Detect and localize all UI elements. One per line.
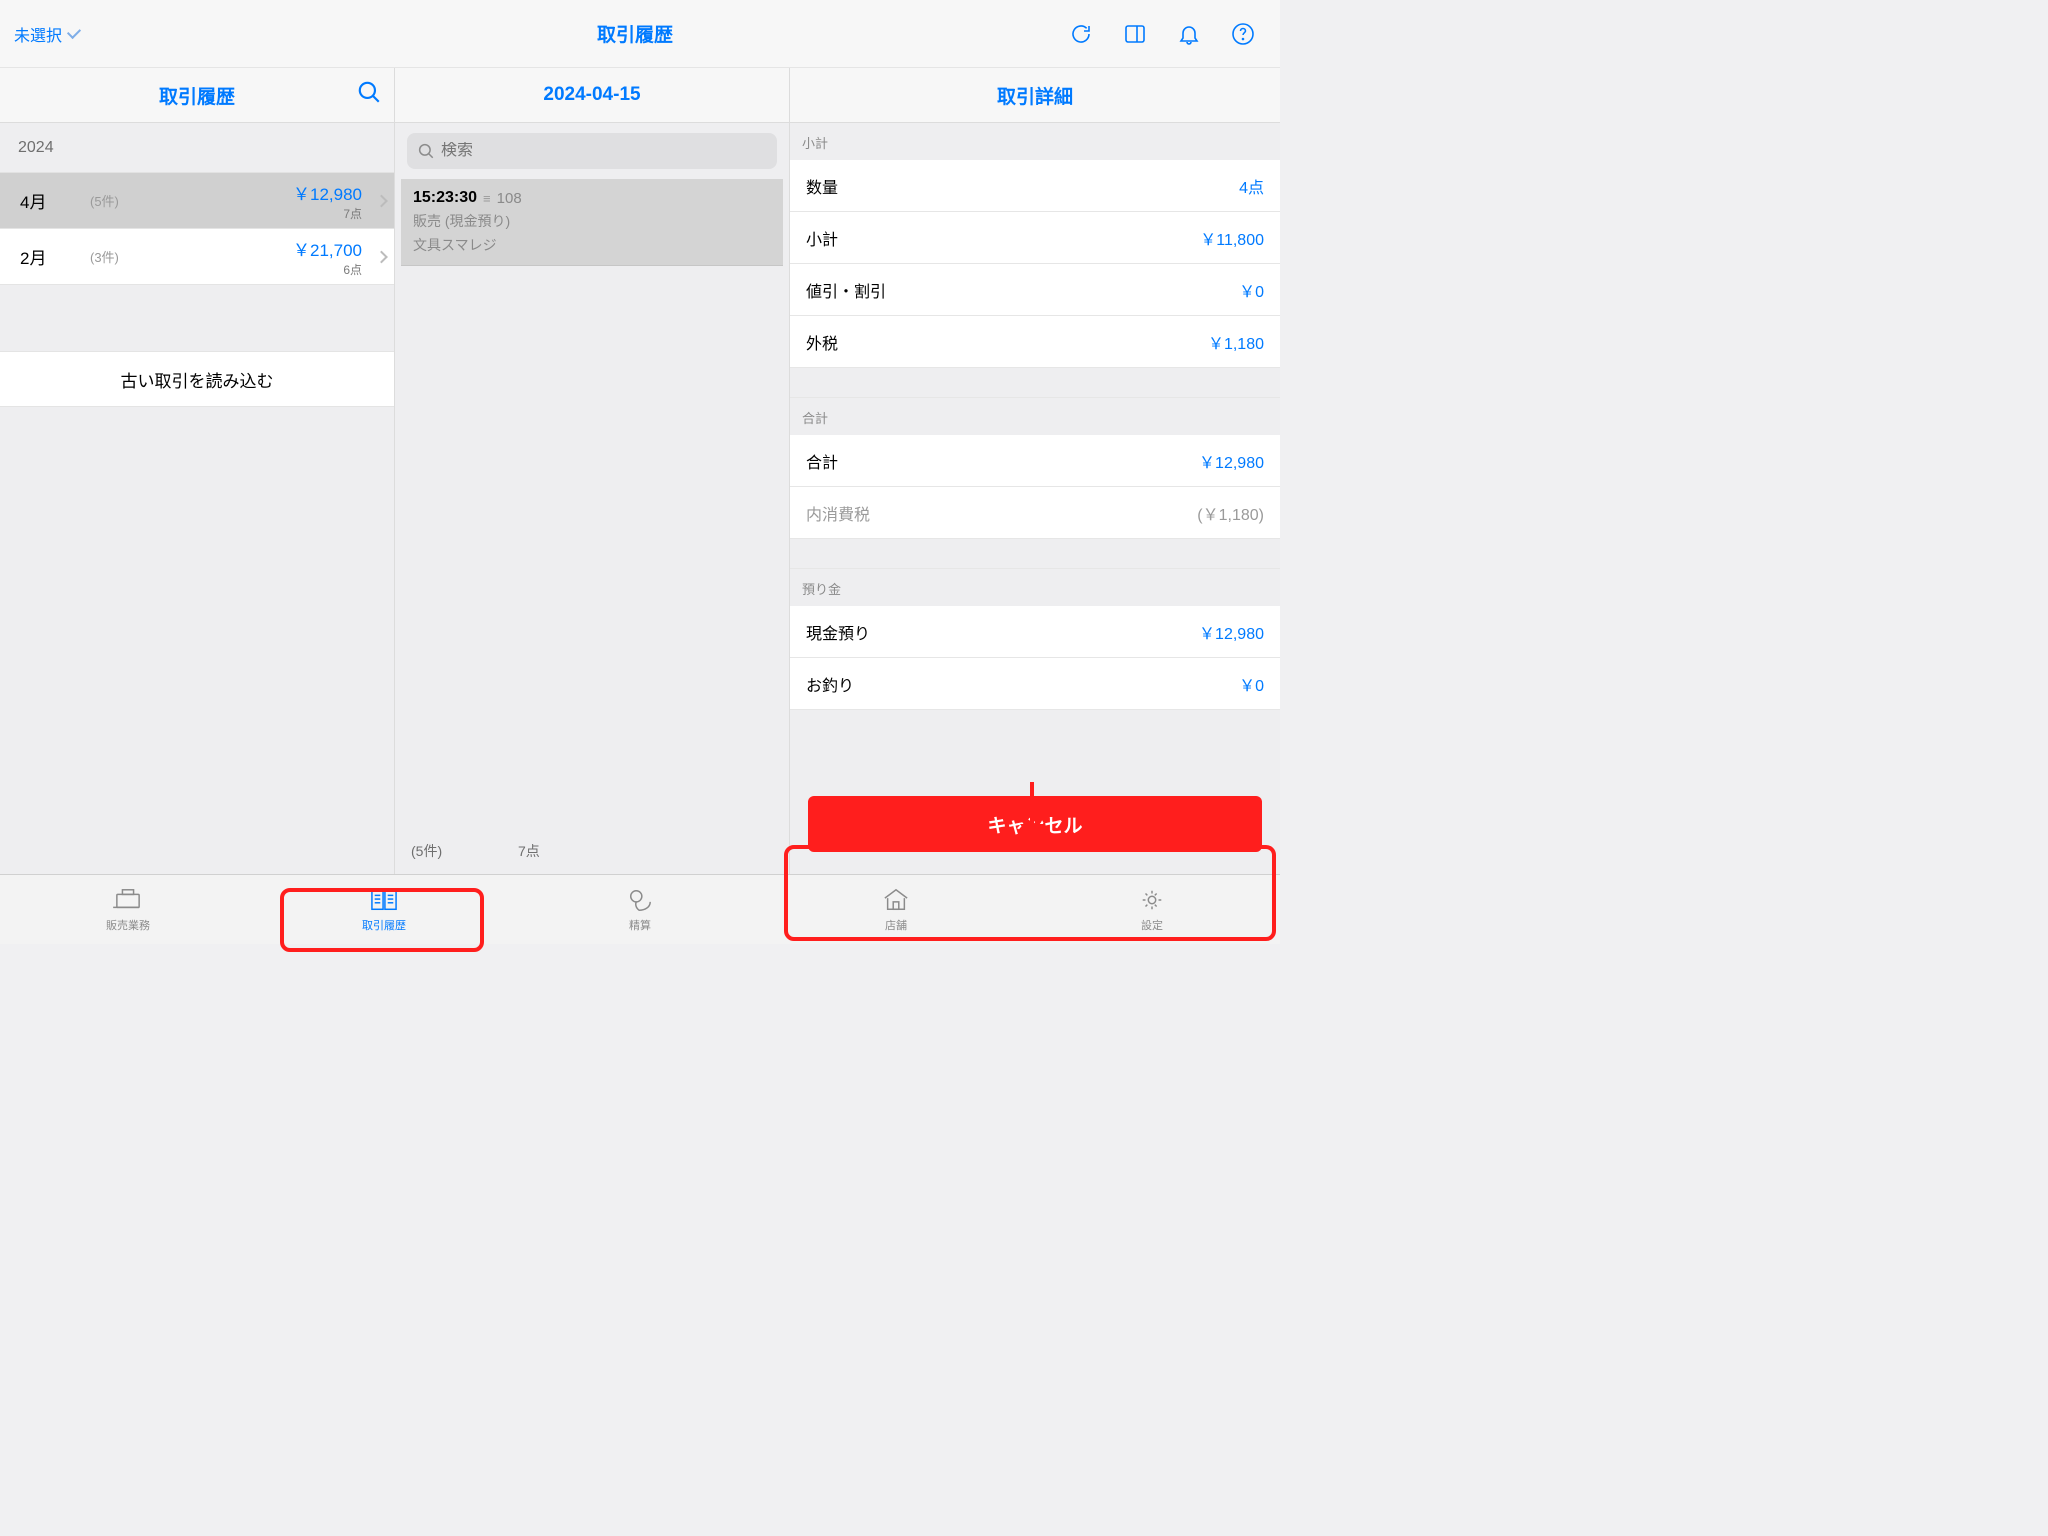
row-change: お釣り ￥0	[790, 658, 1280, 710]
tx-type: 販売 (現金預り)	[413, 211, 771, 231]
history-panel-title: 取引履歴	[0, 68, 394, 123]
month-points: 6点	[293, 261, 362, 278]
receipt-icon: ≡	[483, 191, 491, 206]
store-selector-label: 未選択	[14, 22, 62, 46]
transactions-panel: 2024-04-15 15:23:30 ≡ 108 販売 (現金預り) 文具スマ…	[395, 68, 790, 874]
transactions-search-input[interactable]	[441, 142, 767, 160]
help-icon[interactable]	[1230, 21, 1256, 47]
refresh-icon[interactable]	[1068, 21, 1094, 47]
month-amount: ￥21,700	[293, 241, 362, 260]
month-points: 7点	[293, 205, 362, 222]
row-discount: 値引・割引 ￥0	[790, 264, 1280, 316]
row-qty: 数量 4点	[790, 160, 1280, 212]
load-older-button[interactable]: 古い取引を読み込む	[0, 351, 394, 407]
tab-settle[interactable]: 精算	[512, 875, 768, 944]
tab-sales[interactable]: 販売業務	[0, 875, 256, 944]
row-cash: 現金預り ￥12,980	[790, 606, 1280, 658]
month-count: (5件)	[90, 191, 119, 210]
tab-bar: 販売業務 取引履歴 精算 店舗 設定	[0, 874, 1280, 944]
tab-settings[interactable]: 設定	[1024, 875, 1280, 944]
search-icon	[417, 142, 435, 160]
page-title: 取引履歴	[597, 20, 673, 47]
month-row[interactable]: 4月 (5件) ￥12,980 7点	[0, 173, 394, 229]
tab-history[interactable]: 取引履歴	[256, 875, 512, 944]
month-label: 2月	[20, 244, 90, 269]
transactions-date-title: 2024-04-15	[395, 68, 789, 123]
month-amount: ￥12,980	[293, 185, 362, 204]
transaction-row[interactable]: 15:23:30 ≡ 108 販売 (現金預り) 文具スマレジ	[401, 179, 783, 266]
chevron-down-icon	[67, 24, 81, 38]
tx-id: 108	[497, 190, 522, 207]
main: 取引履歴 2024 4月 (5件) ￥12,980 7点 2月 (3件) ￥21…	[0, 68, 1280, 874]
section-deposit: 預り金	[790, 569, 1280, 606]
annotation-arrow	[1012, 780, 1052, 842]
tx-shop: 文具スマレジ	[413, 235, 771, 255]
row-subtotal: 小計 ￥11,800	[790, 212, 1280, 264]
tx-time: 15:23:30	[413, 189, 477, 207]
history-panel: 取引履歴 2024 4月 (5件) ￥12,980 7点 2月 (3件) ￥21…	[0, 68, 395, 874]
year-row: 2024	[0, 123, 394, 173]
section-total: 合計	[790, 398, 1280, 435]
transactions-footer: (5件) 7点	[395, 828, 789, 874]
row-inner-tax: 内消費税 (￥1,180)	[790, 487, 1280, 539]
tx-footer-points: 7点	[442, 841, 615, 861]
month-count: (3件)	[90, 247, 119, 266]
row-tax: 外税 ￥1,180	[790, 316, 1280, 368]
history-search-button[interactable]	[356, 79, 382, 111]
tx-footer-count: (5件)	[411, 841, 442, 861]
detail-panel-title: 取引詳細	[790, 68, 1280, 123]
month-row[interactable]: 2月 (3件) ￥21,700 6点	[0, 229, 394, 285]
tab-store[interactable]: 店舗	[768, 875, 1024, 944]
app-header: 未選択 取引履歴	[0, 0, 1280, 68]
month-label: 4月	[20, 188, 90, 213]
bell-icon[interactable]	[1176, 21, 1202, 47]
split-view-icon[interactable]	[1122, 21, 1148, 47]
detail-panel: 取引詳細 小計 数量 4点 小計 ￥11,800 値引・割引 ￥0 外税 ￥1,…	[790, 68, 1280, 874]
row-total: 合計 ￥12,980	[790, 435, 1280, 487]
section-subtotal: 小計	[790, 123, 1280, 160]
transactions-search[interactable]	[407, 133, 777, 169]
store-selector[interactable]: 未選択	[14, 22, 80, 46]
